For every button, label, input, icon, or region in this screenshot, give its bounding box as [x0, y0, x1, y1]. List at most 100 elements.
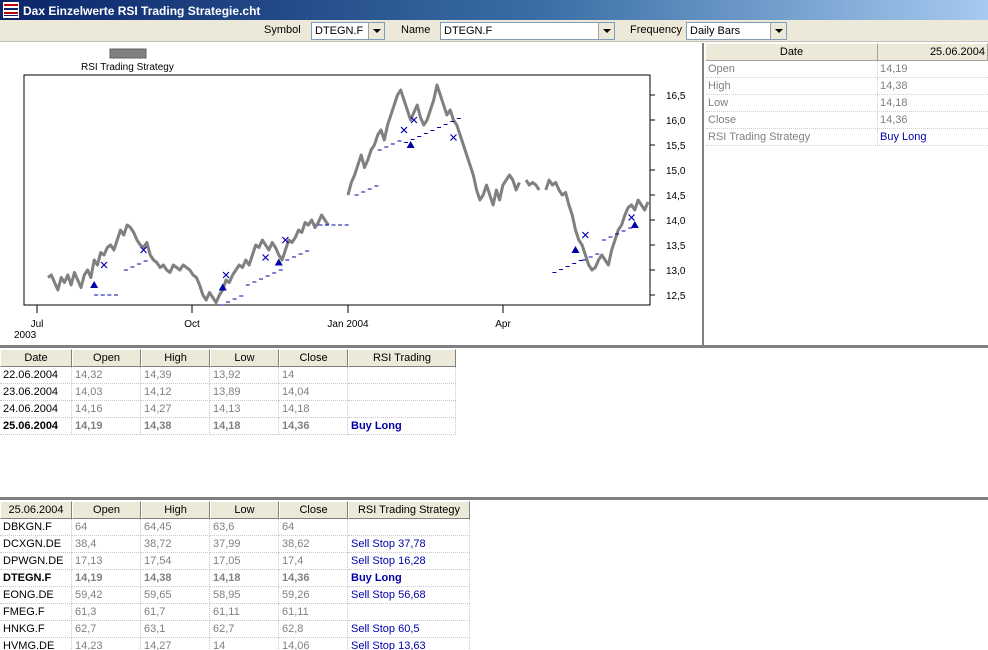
info-key: Low: [706, 95, 878, 111]
portfolio-cell: DPWGN.DE: [0, 553, 72, 570]
portfolio-cell: 59,65: [141, 587, 210, 604]
history-column-header[interactable]: Low: [210, 349, 279, 367]
portfolio-cell: 63,6: [210, 519, 279, 536]
history-cell: 14,03: [72, 384, 141, 401]
portfolio-cell: 14,18: [210, 570, 279, 587]
info-rows: Open 14,19 High 14,38 Low 14,18 Close 14,36 RSI …: [706, 61, 988, 146]
portfolio-column-header[interactable]: High: [141, 501, 210, 519]
history-column-header[interactable]: Date: [0, 349, 72, 367]
portfolio-cell: 14: [210, 638, 279, 650]
portfolio-cell: 64,45: [141, 519, 210, 536]
portfolio-cell: 14,23: [72, 638, 141, 650]
history-cell: [348, 384, 456, 401]
portfolio-cell: 62,7: [72, 621, 141, 638]
portfolio-cell: 17,54: [141, 553, 210, 570]
history-table[interactable]: Date Open High Low Close RSI Trading 22.06.200…: [0, 349, 456, 435]
splitter-top[interactable]: [0, 345, 988, 348]
portfolio-cell: 38,62: [279, 536, 348, 553]
portfolio-row[interactable]: HVMG.DE 14,23 14,27 14 14,06 Sell Stop 13,63: [0, 638, 470, 650]
history-cell: 14,04: [279, 384, 348, 401]
info-key: High: [706, 78, 878, 94]
y-tick-label: 12,5: [666, 291, 686, 302]
portfolio-table[interactable]: 25.06.2004 Open High Low Close RSI Trading St…: [0, 501, 470, 650]
portfolio-cell: Sell Stop 37,78: [348, 536, 470, 553]
portfolio-column-header[interactable]: 25.06.2004: [0, 501, 72, 519]
history-cell: 14,16: [72, 401, 141, 418]
portfolio-row[interactable]: DPWGN.DE 17,13 17,54 17,05 17,4 Sell Stop 16,…: [0, 553, 470, 570]
portfolio-cell: Buy Long: [348, 570, 470, 587]
symbol-combo[interactable]: DTEGN.F: [311, 22, 385, 40]
symbol-value: DTEGN.F: [315, 25, 364, 37]
portfolio-cell: FMEG.F: [0, 604, 72, 621]
history-column-header[interactable]: RSI Trading: [348, 349, 456, 367]
history-cell: 14,36: [279, 418, 348, 435]
y-tick-label: 16,0: [666, 116, 686, 127]
portfolio-cell: Sell Stop 16,28: [348, 553, 470, 570]
portfolio-header: 25.06.2004 Open High Low Close RSI Trading St…: [0, 501, 470, 519]
price-chart[interactable]: RSI Trading Strategy 12,5 13,0 13,5 14,0 14,5…: [0, 43, 704, 345]
frequency-dropdown-button[interactable]: [770, 23, 786, 39]
chart-app-icon: [3, 2, 19, 18]
info-row: High 14,38: [706, 78, 988, 95]
portfolio-row[interactable]: FMEG.F 61,3 61,7 61,11 61,11: [0, 604, 470, 621]
portfolio-row[interactable]: EONG.DE 59,42 59,65 58,95 59,26 Sell Stop 56,…: [0, 587, 470, 604]
portfolio-row[interactable]: DBKGN.F 64 64,45 63,6 64: [0, 519, 470, 536]
info-header-value: 25.06.2004: [878, 43, 988, 61]
frequency-combo[interactable]: Daily Bars: [686, 22, 787, 40]
history-cell: 13,92: [210, 367, 279, 384]
history-cell: [348, 401, 456, 418]
info-value: 14,18: [880, 97, 908, 109]
portfolio-cell: 17,05: [210, 553, 279, 570]
portfolio-cell: 38,72: [141, 536, 210, 553]
symbol-dropdown-button[interactable]: [368, 23, 384, 39]
chevron-down-icon: [774, 29, 783, 33]
name-dropdown-button[interactable]: [598, 23, 614, 39]
splitter-bottom[interactable]: [0, 497, 988, 500]
portfolio-row[interactable]: DCXGN.DE 38,4 38,72 37,99 38,62 Sell Stop 37,…: [0, 536, 470, 553]
x-tick-label: Apr: [495, 319, 511, 330]
portfolio-row[interactable]: DTEGN.F 14,19 14,38 14,18 14,36 Buy Long: [0, 570, 470, 587]
portfolio-cell: DBKGN.F: [0, 519, 72, 536]
history-column-header[interactable]: High: [141, 349, 210, 367]
portfolio-cell: 14,27: [141, 638, 210, 650]
x-sub-label: 2003: [14, 330, 37, 341]
portfolio-column-header[interactable]: Low: [210, 501, 279, 519]
history-cell: 14,18: [210, 418, 279, 435]
history-row[interactable]: 24.06.2004 14,16 14,27 14,13 14,18: [0, 401, 456, 418]
portfolio-cell: 64: [72, 519, 141, 536]
y-tick-label: 16,5: [666, 91, 686, 102]
history-column-header[interactable]: Close: [279, 349, 348, 367]
portfolio-row[interactable]: HNKG.F 62,7 63,1 62,7 62,8 Sell Stop 60,5: [0, 621, 470, 638]
portfolio-cell: [348, 604, 470, 621]
info-panel: Date 25.06.2004 Open 14,19 High 14,38 Low 14,…: [706, 43, 988, 345]
portfolio-cell: 59,26: [279, 587, 348, 604]
portfolio-cell: 14,38: [141, 570, 210, 587]
history-row[interactable]: 22.06.2004 14,32 14,39 13,92 14: [0, 367, 456, 384]
history-row[interactable]: 23.06.2004 14,03 14,12 13,89 14,04: [0, 384, 456, 401]
history-cell: 25.06.2004: [0, 418, 72, 435]
name-value: DTEGN.F: [444, 25, 493, 37]
info-value: 14,38: [880, 80, 908, 92]
name-combo[interactable]: DTEGN.F: [440, 22, 615, 40]
info-row: Open 14,19: [706, 61, 988, 78]
info-key: RSI Trading Strategy: [706, 129, 878, 145]
history-cell: 14,39: [141, 367, 210, 384]
portfolio-column-header[interactable]: Open: [72, 501, 141, 519]
portfolio-cell: 37,99: [210, 536, 279, 553]
portfolio-column-header[interactable]: RSI Trading Strategy: [348, 501, 470, 519]
chart-panel[interactable]: RSI Trading Strategy 12,5 13,0 13,5 14,0 14,5…: [0, 43, 704, 345]
portfolio-column-header[interactable]: Close: [279, 501, 348, 519]
portfolio-cell: Sell Stop 56,68: [348, 587, 470, 604]
portfolio-cell: 58,95: [210, 587, 279, 604]
y-tick-label: 13,0: [666, 266, 686, 277]
history-row[interactable]: 25.06.2004 14,19 14,38 14,18 14,36 Buy Long: [0, 418, 456, 435]
portfolio-cell: 61,11: [279, 604, 348, 621]
legend-label: RSI Trading Strategy: [81, 62, 174, 73]
info-key: Close: [706, 112, 878, 128]
history-cell: Buy Long: [348, 418, 456, 435]
portfolio-cell: Sell Stop 60,5: [348, 621, 470, 638]
x-tick-label: Oct: [184, 319, 200, 330]
frequency-label: Frequency: [630, 24, 682, 36]
history-cell: 14: [279, 367, 348, 384]
history-column-header[interactable]: Open: [72, 349, 141, 367]
